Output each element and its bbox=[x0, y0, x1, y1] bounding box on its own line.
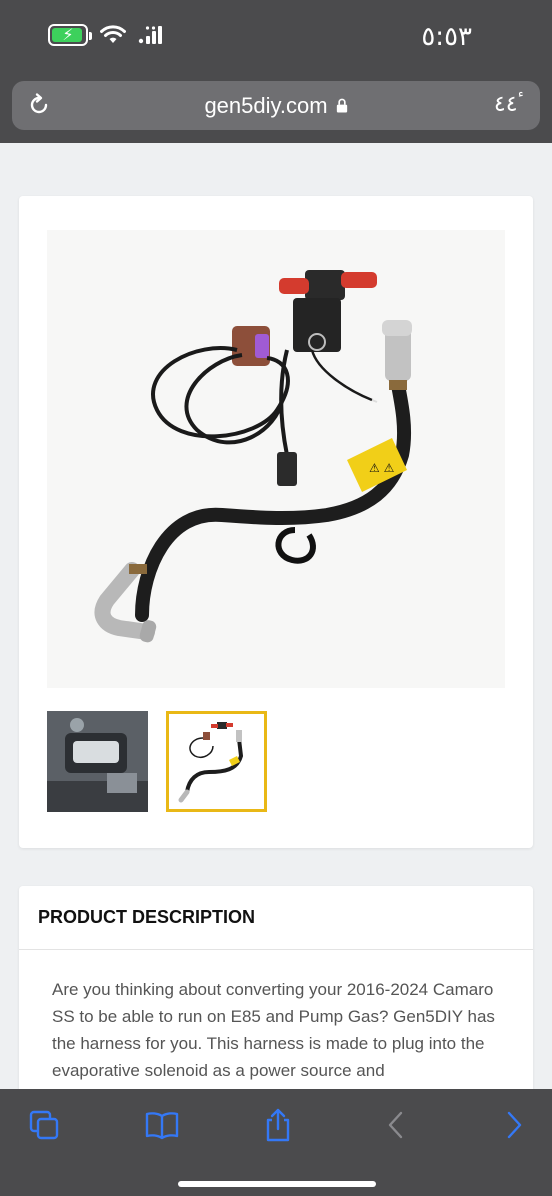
reload-icon[interactable] bbox=[26, 92, 52, 118]
share-button[interactable] bbox=[258, 1107, 298, 1143]
charging-battery-icon: ⚡ bbox=[48, 24, 92, 46]
status-bar: ⚡ ٥:٥٣ bbox=[0, 0, 552, 76]
description-heading: PRODUCT DESCRIPTION bbox=[19, 886, 533, 950]
bookmarks-button[interactable] bbox=[142, 1107, 182, 1143]
tabs-button[interactable] bbox=[24, 1107, 64, 1143]
product-main-image[interactable]: ⚠ ⚠ bbox=[47, 230, 505, 688]
forward-button[interactable] bbox=[494, 1107, 534, 1143]
page-content: ⚠ ⚠ PRODUCT DESCRIPTION Are you thinking… bbox=[0, 143, 552, 1089]
status-time: ٥:٥٣ bbox=[421, 22, 472, 52]
svg-text:⚠ ⚠: ⚠ ⚠ bbox=[369, 461, 395, 475]
status-icons: ⚡ bbox=[48, 24, 166, 46]
lock-icon bbox=[336, 98, 347, 113]
harness-illustration: ⚠ ⚠ bbox=[94, 270, 412, 643]
thumbnail-harness[interactable] bbox=[166, 711, 267, 812]
book-icon bbox=[145, 1112, 179, 1140]
reader-mode-button[interactable]: ٴ٤٤ bbox=[494, 92, 524, 117]
product-gallery-card: ⚠ ⚠ bbox=[19, 196, 533, 848]
cellular-signal-icon bbox=[138, 26, 162, 44]
address-bar[interactable]: gen5diy.com ٴ٤٤ bbox=[12, 81, 540, 130]
tabs-icon bbox=[29, 1110, 59, 1140]
browser-address-row: gen5diy.com ٴ٤٤ bbox=[0, 76, 552, 143]
browser-toolbar bbox=[0, 1089, 552, 1196]
product-description-card: PRODUCT DESCRIPTION Are you thinking abo… bbox=[19, 886, 533, 1089]
home-indicator[interactable] bbox=[178, 1181, 376, 1187]
site-domain: gen5diy.com bbox=[204, 92, 328, 118]
thumbnail-engine-bay[interactable] bbox=[47, 711, 148, 812]
thumbnail-strip bbox=[47, 711, 267, 812]
chevron-right-icon bbox=[507, 1111, 522, 1139]
back-button[interactable] bbox=[376, 1107, 416, 1143]
chevron-left-icon bbox=[388, 1111, 403, 1139]
share-icon bbox=[266, 1108, 290, 1142]
wifi-icon bbox=[100, 25, 126, 43]
description-text: Are you thinking about converting your 2… bbox=[52, 980, 495, 1080]
